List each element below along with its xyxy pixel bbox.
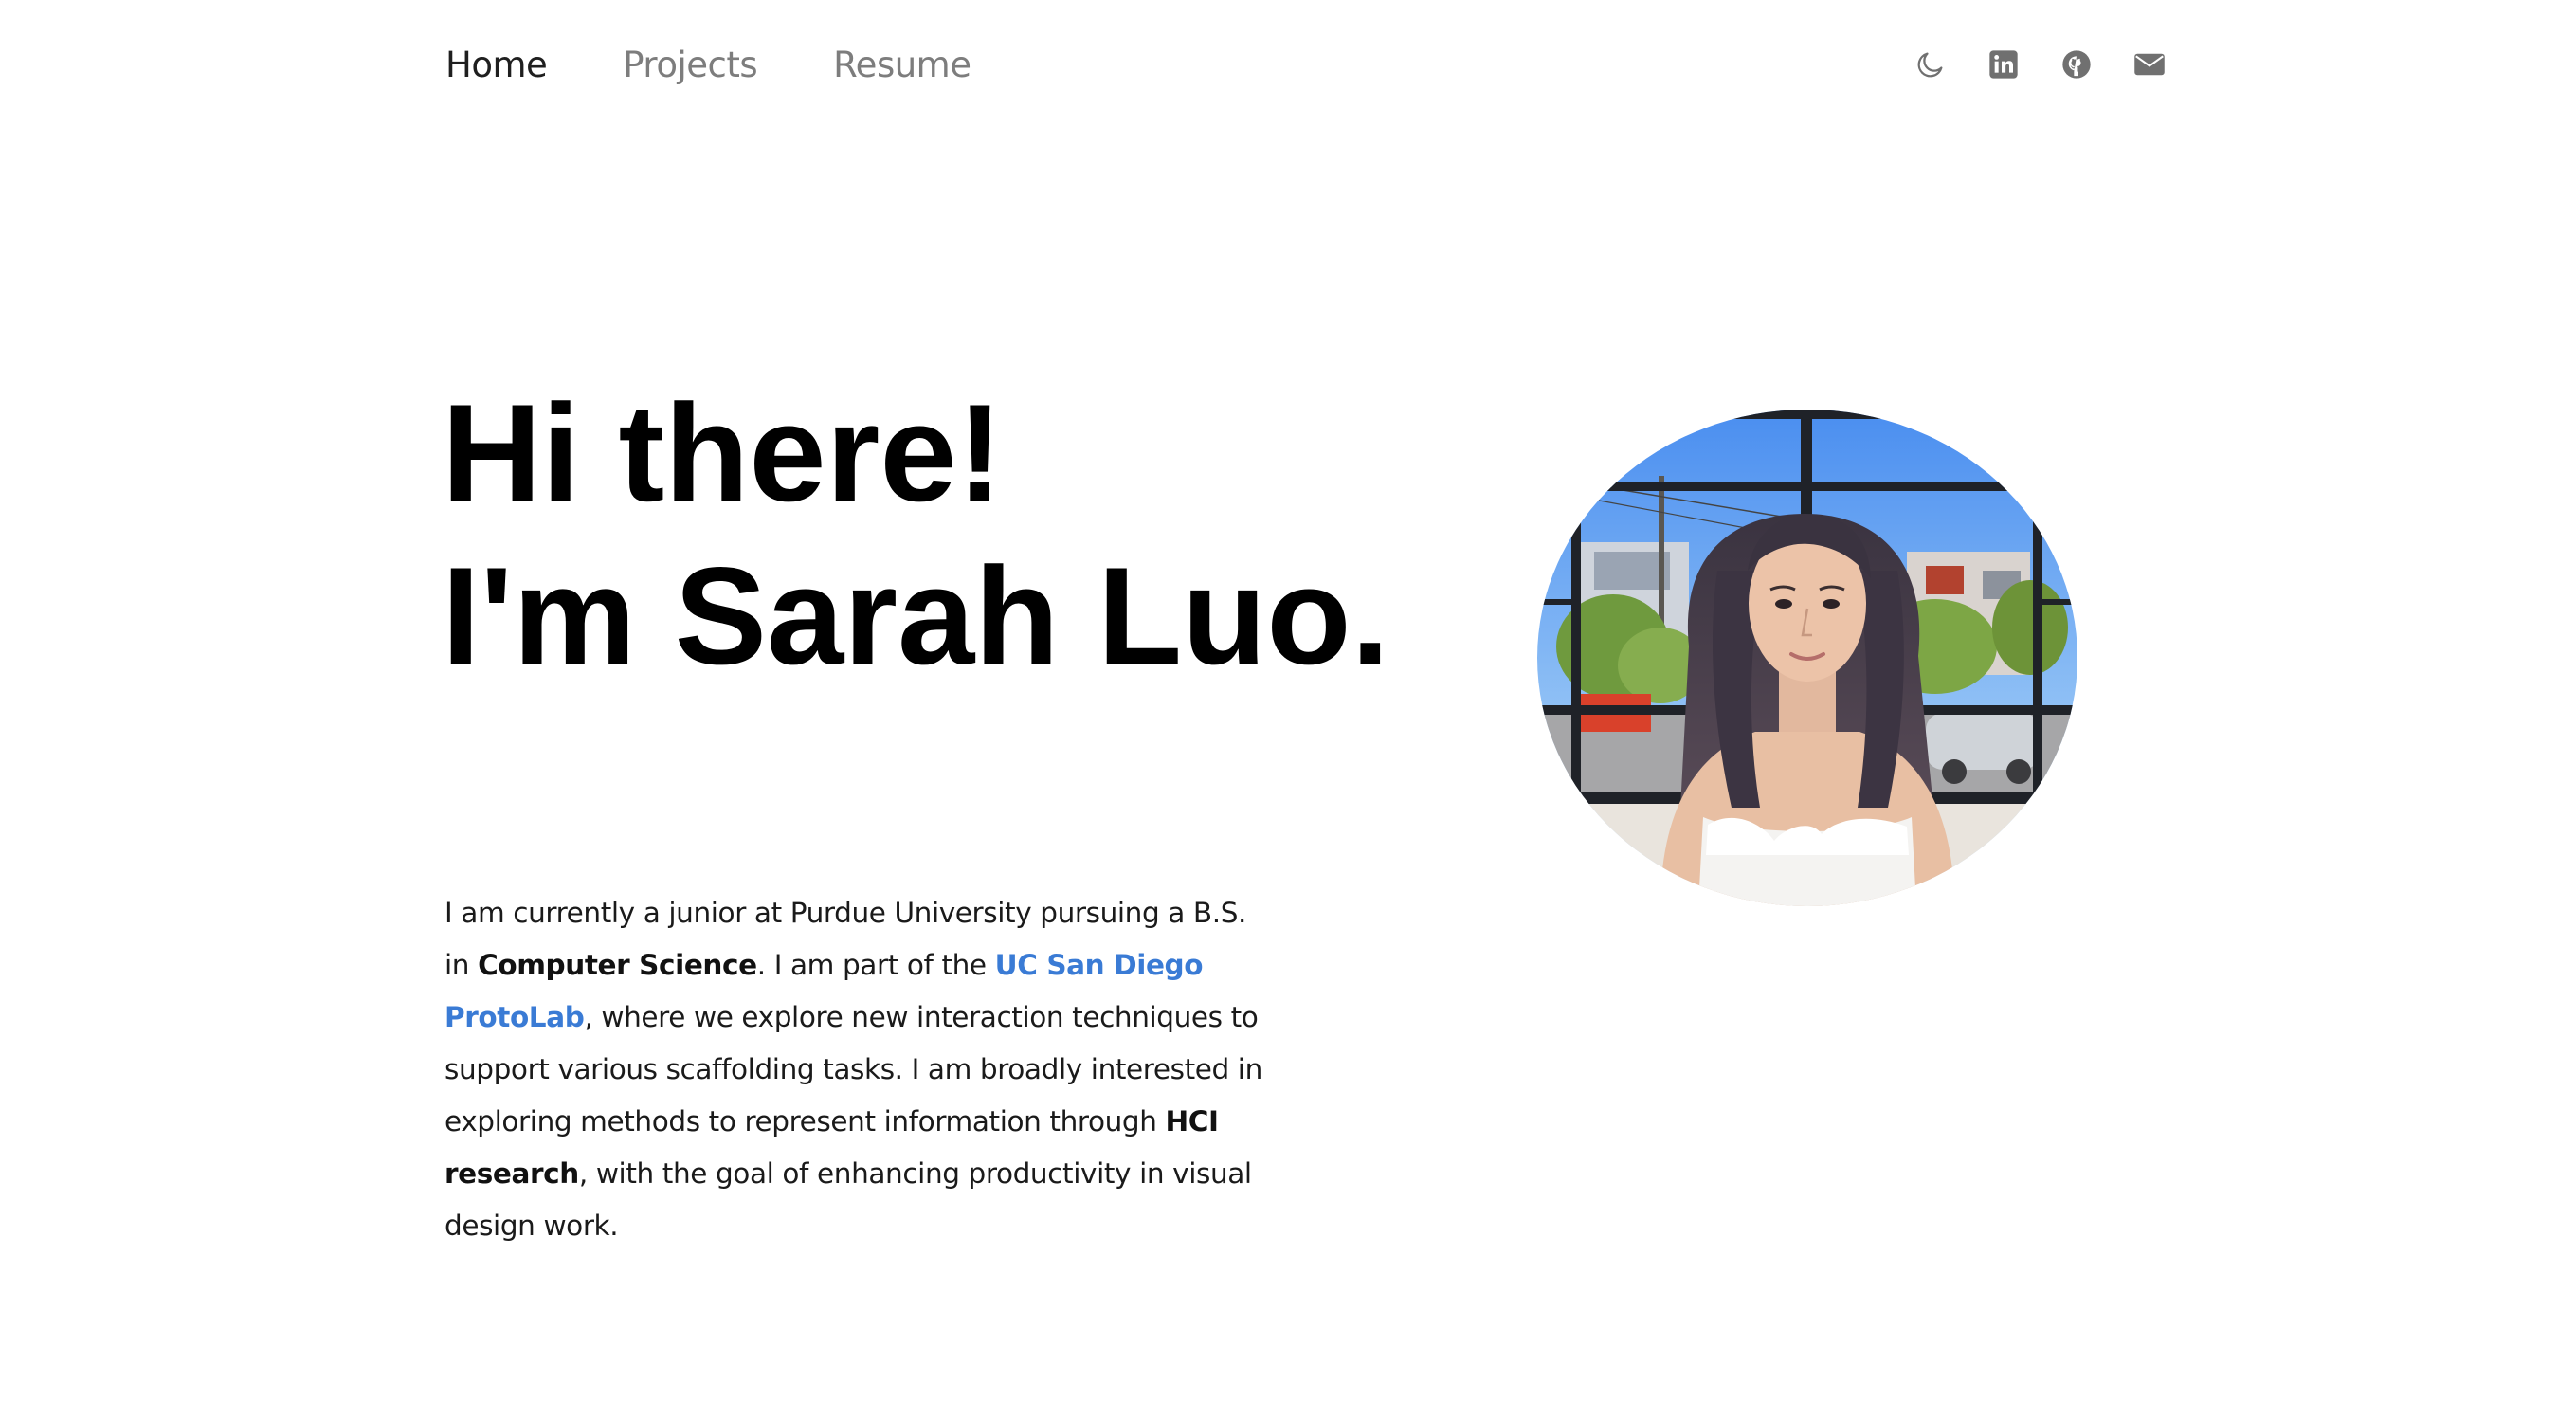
top-nav: Home Projects Resume (445, 36, 2168, 93)
mail-icon[interactable] (2131, 46, 2168, 83)
nav-link-projects[interactable]: Projects (623, 45, 757, 85)
bio-paragraph: I am currently a junior at Purdue Univer… (444, 887, 1279, 1252)
bio-major: Computer Science (478, 949, 757, 981)
hero-greeting: Hi there! (442, 375, 1004, 530)
nav-icons (1877, 36, 2168, 93)
hero-heading: Hi there! I'm Sarah Luo. (442, 372, 1389, 698)
github-icon[interactable] (2058, 46, 2095, 83)
moon-icon[interactable] (1912, 46, 1950, 83)
profile-photo (1537, 410, 2077, 906)
linkedin-icon[interactable] (1985, 46, 2023, 83)
hero-name: I'm Sarah Luo. (442, 538, 1390, 693)
nav-links: Home Projects Resume (445, 36, 1046, 93)
bio-text-2: . I am part of the (756, 949, 995, 981)
nav-link-resume[interactable]: Resume (833, 45, 971, 85)
nav-link-home[interactable]: Home (445, 45, 548, 85)
